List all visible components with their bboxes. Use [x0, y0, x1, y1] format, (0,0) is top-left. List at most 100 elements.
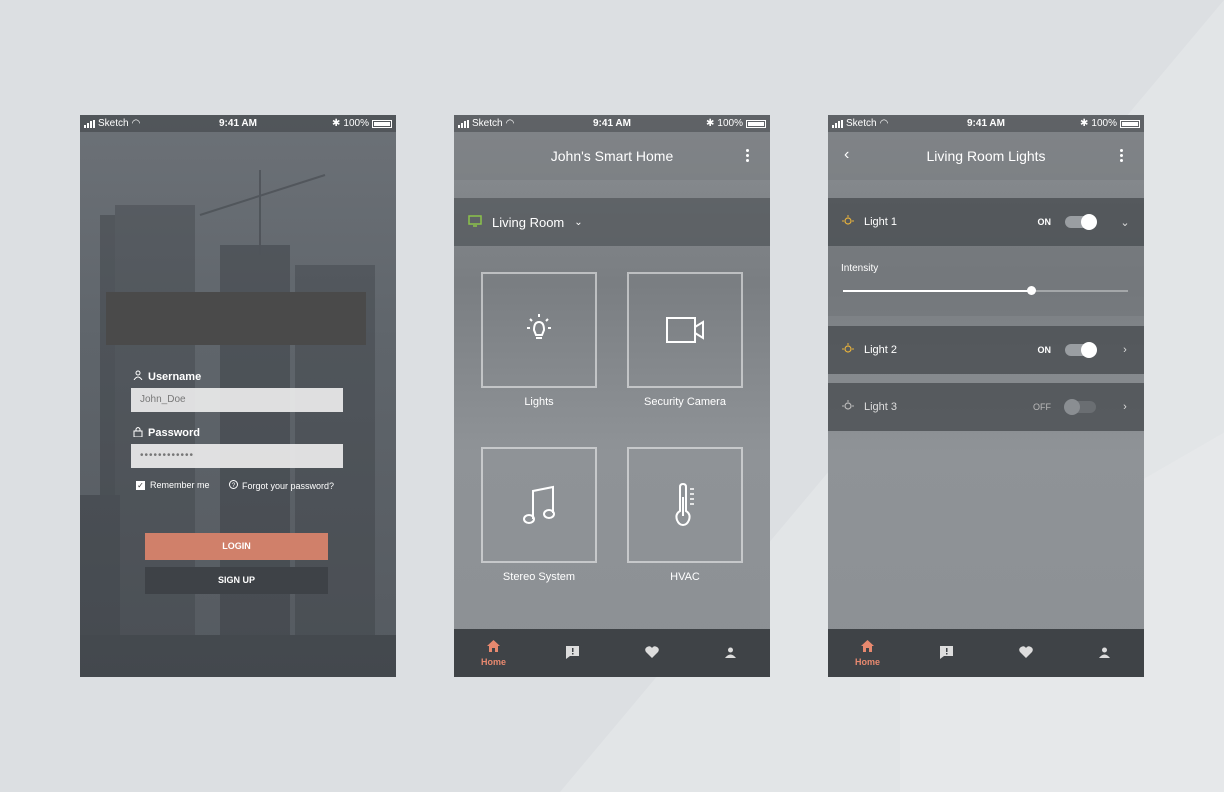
- status-time: 9:41 AM: [593, 118, 631, 129]
- forgot-password-link[interactable]: ? Forgot your password?: [229, 480, 334, 491]
- tile-security-camera[interactable]: [627, 272, 743, 388]
- bulb-icon: [842, 214, 854, 230]
- bulb-icon: [527, 314, 551, 339]
- light-row-3[interactable]: Light 3 OFF ›: [828, 383, 1144, 431]
- password-input[interactable]: ••••••••••••: [131, 444, 343, 468]
- lights-screen: Sketch ◠ 9:41 AM ✱ 100% ‹ Living Room Li…: [828, 115, 1144, 677]
- battery-icon: [746, 119, 766, 128]
- password-label-text: Password: [148, 427, 200, 439]
- more-options-icon[interactable]: [746, 149, 750, 162]
- status-time: 9:41 AM: [219, 118, 257, 129]
- heart-icon: [1018, 646, 1033, 660]
- tile-label: HVAC: [670, 571, 700, 583]
- wifi-icon: ◠: [131, 118, 141, 129]
- signal-icon: [832, 119, 843, 128]
- light-state: OFF: [1033, 402, 1051, 412]
- wifi-icon: ◠: [505, 118, 515, 129]
- battery-percent: 100%: [717, 118, 743, 129]
- bulb-icon: [842, 342, 854, 358]
- tile-label: Lights: [524, 396, 554, 408]
- tile-stereo-system[interactable]: [481, 447, 597, 563]
- status-bar: Sketch ◠ 9:41 AM ✱ 100%: [828, 115, 1144, 132]
- chevron-right-icon[interactable]: ›: [1120, 401, 1130, 413]
- username-input[interactable]: John_Doe: [131, 388, 343, 412]
- tab-alerts[interactable]: [533, 629, 612, 677]
- tab-favorites[interactable]: [612, 629, 691, 677]
- tv-icon: [468, 214, 482, 230]
- light-toggle[interactable]: [1065, 342, 1097, 358]
- light-row-2[interactable]: Light 2 ON ›: [828, 326, 1144, 374]
- light-name: Light 3: [864, 401, 898, 413]
- wifi-icon: ◠: [879, 118, 889, 129]
- slider-fill: [843, 290, 1032, 292]
- heart-icon: [644, 646, 659, 660]
- home-screen: Sketch ◠ 9:41 AM ✱ 100% John's Smart Hom…: [454, 115, 770, 677]
- camera-icon: [666, 317, 704, 343]
- bluetooth-icon: ✱: [332, 118, 341, 129]
- tile-label: Stereo System: [502, 571, 576, 583]
- tab-home[interactable]: Home: [828, 629, 907, 677]
- room-name: Living Room: [492, 214, 565, 230]
- page-title: John's Smart Home: [550, 148, 674, 164]
- battery-percent: 100%: [1091, 118, 1117, 129]
- carrier-label: Sketch: [846, 118, 877, 129]
- intensity-panel: Intensity: [828, 246, 1144, 316]
- back-icon[interactable]: ‹: [844, 146, 849, 164]
- alert-icon: [566, 645, 579, 661]
- signal-icon: [84, 119, 95, 128]
- user-icon: [133, 370, 143, 383]
- chevron-down-icon: ⌄: [574, 216, 583, 228]
- battery-icon: [372, 119, 392, 128]
- battery-icon: [1120, 119, 1140, 128]
- remember-checkbox[interactable]: ✓: [136, 480, 145, 490]
- room-selector[interactable]: Living Room ⌄: [454, 198, 770, 246]
- home-icon: [861, 639, 874, 654]
- light-name: Light 2: [864, 344, 898, 356]
- carrier-label: Sketch: [472, 118, 503, 129]
- login-button[interactable]: LOGIN: [145, 533, 328, 560]
- alert-icon: [940, 645, 953, 661]
- tile-lights[interactable]: [481, 272, 597, 388]
- signup-button[interactable]: SIGN UP: [145, 567, 328, 594]
- status-bar: Sketch ◠ 9:41 AM ✱ 100%: [454, 115, 770, 132]
- intensity-slider[interactable]: [843, 286, 1128, 295]
- logo-placeholder: [106, 292, 366, 345]
- tab-home-label: Home: [854, 656, 880, 667]
- light-state: ON: [1037, 217, 1052, 227]
- bluetooth-icon: ✱: [1080, 118, 1089, 129]
- music-icon: [523, 485, 555, 524]
- lock-icon: [133, 426, 143, 440]
- tab-profile[interactable]: [1065, 629, 1144, 677]
- more-options-icon[interactable]: [1120, 149, 1124, 162]
- tab-profile[interactable]: [691, 629, 770, 677]
- login-screen: Sketch ◠ 9:41 AM ✱ 100% Username John_Do…: [80, 115, 396, 677]
- home-icon: [487, 639, 500, 654]
- battery-percent: 100%: [343, 118, 369, 129]
- light-row-1[interactable]: Light 1 ON ⌄: [828, 198, 1144, 246]
- slider-thumb[interactable]: [1027, 286, 1037, 295]
- tile-hvac[interactable]: [627, 447, 743, 563]
- light-toggle[interactable]: [1065, 214, 1097, 230]
- app-header: ‹ Living Room Lights: [828, 132, 1144, 180]
- user-icon: [1099, 647, 1110, 660]
- light-toggle[interactable]: [1064, 399, 1096, 415]
- chevron-right-icon[interactable]: ›: [1120, 344, 1130, 356]
- chevron-down-icon[interactable]: ⌄: [1120, 216, 1130, 229]
- signal-icon: [458, 119, 469, 128]
- carrier-label: Sketch: [98, 118, 129, 129]
- help-icon: ?: [229, 480, 238, 491]
- bulb-icon: [842, 399, 854, 415]
- password-label: Password: [133, 426, 200, 440]
- bluetooth-icon: ✱: [706, 118, 715, 129]
- page-title: Living Room Lights: [926, 148, 1046, 164]
- light-state: ON: [1037, 345, 1052, 355]
- tab-alerts[interactable]: [907, 629, 986, 677]
- user-icon: [725, 647, 736, 660]
- app-header: John's Smart Home: [454, 132, 770, 180]
- thermometer-icon: [675, 483, 694, 527]
- forgot-label: Forgot your password?: [242, 480, 335, 491]
- tab-home[interactable]: Home: [454, 629, 533, 677]
- remember-me[interactable]: ✓ Remember me: [136, 480, 210, 490]
- tab-favorites[interactable]: [986, 629, 1065, 677]
- tile-label: Security Camera: [644, 396, 726, 408]
